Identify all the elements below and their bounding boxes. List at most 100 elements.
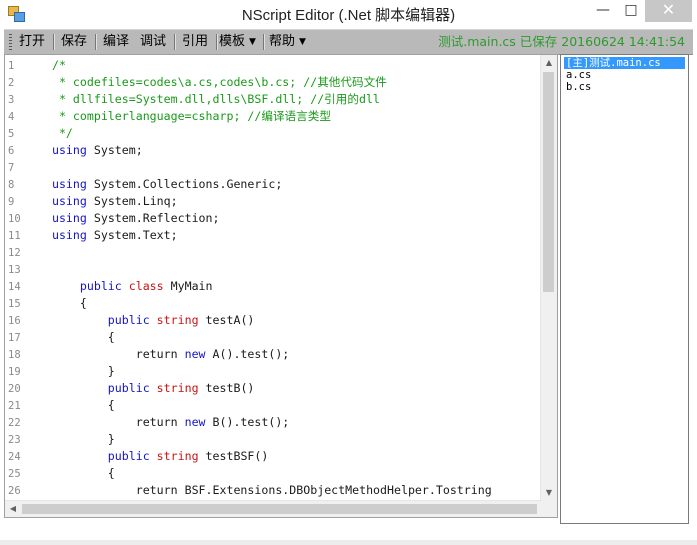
line-number: 21	[8, 400, 21, 412]
save-button[interactable]: 保存	[61, 33, 87, 51]
code-line[interactable]: 22 return new B().test();	[5, 414, 289, 431]
code-line[interactable]: 19 }	[5, 363, 115, 380]
code-line[interactable]: 18 return new A().test();	[5, 346, 289, 363]
code-token: {	[38, 398, 115, 412]
save-status: 测试.main.cs 已保存 20160624 14:41:54	[438, 34, 685, 49]
toolbar-separator	[174, 34, 176, 50]
code-token: * codefiles=codes\a.cs,codes\b.cs; //其他代…	[38, 75, 387, 89]
code-line[interactable]: 6 using System;	[5, 142, 143, 159]
toolbar: 打开 保存 编译 调试 引用 模板 ▼ 帮助 ▼ 测试.main.cs 已保存 20…	[4, 29, 693, 55]
grip-icon[interactable]	[9, 34, 12, 50]
code-line[interactable]: 10 using System.Reflection;	[5, 210, 220, 227]
code-line[interactable]: 26 return BSF.Extensions.DBObjectMethodH…	[5, 482, 492, 499]
scroll-left-icon[interactable]: ◀	[5, 501, 21, 517]
toolbar-separator	[263, 34, 265, 50]
code-token: using	[38, 211, 87, 225]
code-line[interactable]: 15 {	[5, 295, 87, 312]
maximize-button[interactable]: □	[617, 0, 645, 22]
code-token: {	[38, 466, 115, 480]
minimize-button[interactable]: —	[589, 0, 617, 22]
code-line[interactable]: 20 public string testB()	[5, 380, 254, 397]
debug-button[interactable]: 调试	[140, 33, 166, 51]
code-token: System.Reflection;	[86, 211, 220, 225]
code-line[interactable]: 14 public class MyMain	[5, 278, 213, 295]
close-button[interactable]: ✕	[645, 0, 692, 22]
code-line[interactable]: 11 using System.Text;	[5, 227, 178, 244]
code-line[interactable]: 25 {	[5, 465, 115, 482]
code-line[interactable]: 17 {	[5, 329, 115, 346]
line-number: 4	[8, 111, 15, 123]
code-line[interactable]: 21 {	[5, 397, 115, 414]
code-area[interactable]: 1 /* 2 * codefiles=codes\a.cs,codes\b.cs;…	[5, 55, 542, 501]
code-line[interactable]: 7	[5, 159, 38, 176]
code-line[interactable]: 1 /*	[5, 57, 66, 74]
code-token: string	[149, 449, 199, 463]
file-list-item[interactable]: b.cs	[564, 81, 593, 93]
compile-button[interactable]: 编译	[103, 33, 129, 51]
code-token: System.Text;	[86, 228, 178, 242]
line-number: 14	[8, 281, 21, 293]
code-token: testBSF()	[198, 449, 269, 463]
code-token: testA()	[198, 313, 255, 327]
line-number: 26	[8, 485, 21, 497]
code-line[interactable]: 13	[5, 261, 38, 278]
code-token: }	[38, 364, 115, 378]
code-token: * compilerlanguage=csharp; //编译语言类型	[38, 109, 331, 123]
code-token: /*	[38, 58, 66, 72]
code-line[interactable]: 9 using System.Linq;	[5, 193, 178, 210]
file-list[interactable]: [主]测试.main.cs a.cs b.cs	[560, 54, 689, 524]
open-button[interactable]: 打开	[19, 33, 45, 51]
code-token: return	[38, 483, 178, 497]
line-number: 12	[8, 247, 21, 259]
code-line[interactable]: 2 * codefiles=codes\a.cs,codes\b.cs; //其…	[5, 74, 387, 91]
code-line[interactable]: 3 * dllfiles=System.dll,dlls\BSF.dll; //…	[5, 91, 380, 108]
file-list-item[interactable]: [主]测试.main.cs	[564, 57, 685, 69]
code-token: System.Collections.Generic;	[86, 177, 283, 191]
window-bottom-edge	[0, 540, 697, 545]
line-number: 25	[8, 468, 21, 480]
code-line[interactable]: 8 using System.Collections.Generic;	[5, 176, 282, 193]
code-line[interactable]: 4 * compilerlanguage=csharp; //编译语言类型	[5, 108, 331, 125]
code-token: public	[38, 313, 150, 327]
scroll-up-icon[interactable]: ▲	[541, 55, 557, 71]
code-token: using	[38, 194, 87, 208]
line-number: 20	[8, 383, 21, 395]
code-token: testB()	[198, 381, 255, 395]
code-line[interactable]: 24 public string testBSF()	[5, 448, 268, 465]
line-number: 17	[8, 332, 21, 344]
code-token: A().test();	[205, 347, 290, 361]
references-button[interactable]: 引用	[182, 33, 208, 51]
line-number: 23	[8, 434, 21, 446]
code-editor[interactable]: 1 /* 2 * codefiles=codes\a.cs,codes\b.cs;…	[4, 54, 558, 518]
templates-dropdown[interactable]: 模板 ▼	[219, 33, 256, 51]
code-token: B().test();	[205, 415, 290, 429]
line-number: 5	[8, 128, 15, 140]
line-number: 9	[8, 196, 15, 208]
code-token: System;	[86, 143, 143, 157]
horizontal-scrollbar[interactable]: ◀ ▶	[5, 500, 553, 517]
help-dropdown[interactable]: 帮助 ▼	[269, 33, 306, 51]
chevron-down-icon: ▼	[249, 37, 256, 47]
vertical-scroll-thumb[interactable]	[543, 72, 554, 292]
line-number: 1	[8, 60, 15, 72]
title-bar: NScript Editor (.Net 脚本编辑器) — □ ✕	[0, 0, 697, 28]
line-number: 2	[8, 77, 15, 89]
line-number: 8	[8, 179, 15, 191]
vertical-scrollbar[interactable]: ▲ ▼	[540, 55, 557, 501]
line-number: 19	[8, 366, 21, 378]
code-line[interactable]: 23 }	[5, 431, 115, 448]
horizontal-scroll-thumb[interactable]	[22, 504, 537, 514]
code-line[interactable]: 16 public string testA()	[5, 312, 254, 329]
code-token: BSF.Extensions.DBObjectMethodHelper.Tost…	[177, 483, 492, 497]
code-token: string	[149, 381, 199, 395]
code-token: MyMain	[163, 279, 213, 293]
code-token: System.Linq;	[86, 194, 178, 208]
file-list-item[interactable]: a.cs	[564, 69, 593, 81]
help-label: 帮助	[269, 34, 296, 49]
line-number: 7	[8, 162, 15, 174]
toolbar-separator	[95, 34, 97, 50]
scroll-down-icon[interactable]: ▼	[541, 485, 557, 501]
code-line[interactable]: 12	[5, 244, 38, 261]
code-line[interactable]: 5 */	[5, 125, 73, 142]
line-number: 18	[8, 349, 21, 361]
